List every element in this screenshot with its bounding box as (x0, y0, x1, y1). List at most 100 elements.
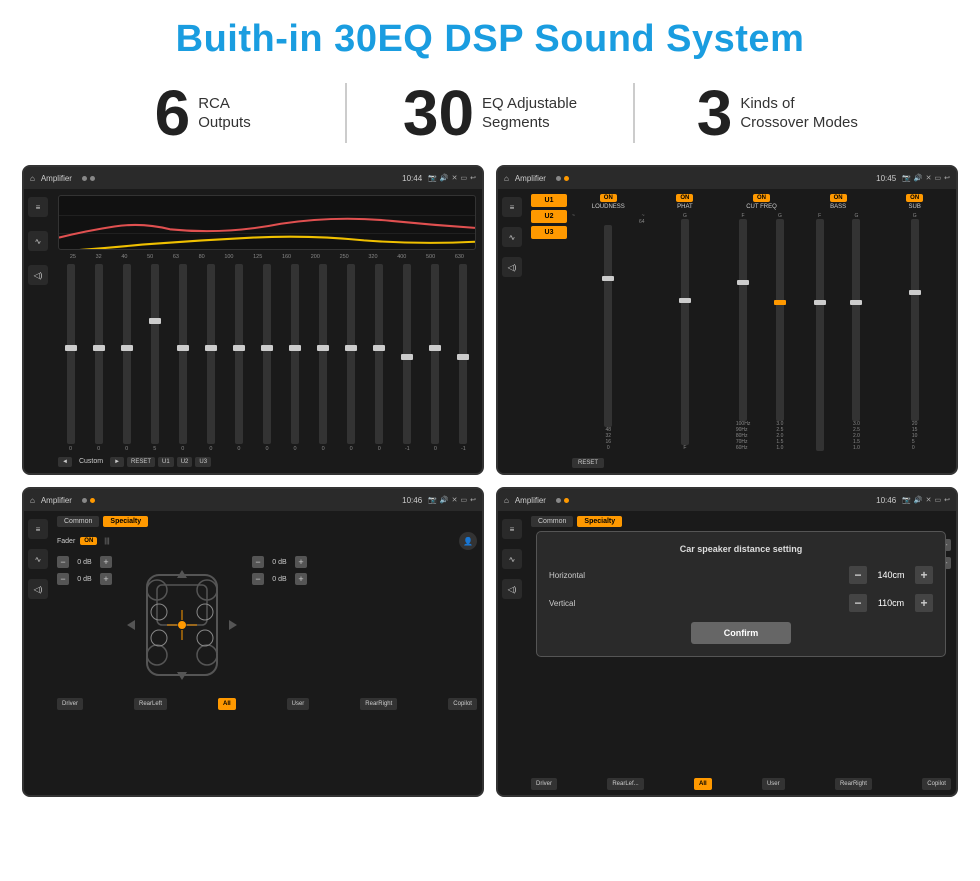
eq-u3-btn[interactable]: U3 (195, 457, 211, 467)
eq-reset-btn[interactable]: RESET (127, 457, 155, 467)
btn-rearleft[interactable]: RearLeft (134, 698, 167, 710)
screen4-topbar: ⌂ Amplifier 10:46 📷 🔊 ✕ ▭ ↩ (498, 489, 956, 511)
btn-user[interactable]: User (287, 698, 310, 710)
home-icon[interactable]: ⌂ (30, 174, 35, 183)
vol-plus-fl[interactable]: + (100, 556, 112, 568)
eq-slider-1: 0 (86, 264, 111, 452)
wave-icon-4[interactable]: ∿ (502, 549, 522, 569)
eq-u1-btn[interactable]: U1 (158, 457, 174, 467)
vol-minus-rr[interactable]: − (252, 573, 264, 585)
speaker-icon-4[interactable]: ◁) (502, 579, 522, 599)
vol-row-rr: − 0 dB + (252, 573, 307, 585)
stat-eq: 30 EQ AdjustableSegments (347, 81, 632, 145)
horizontal-plus-btn[interactable]: + (915, 566, 933, 584)
screen1-topbar: ⌂ Amplifier 10:44 📷 🔊 ✕ ▭ ↩ (24, 167, 482, 189)
ch-bass-on[interactable]: ON (830, 194, 847, 202)
ch-cutfreq-on[interactable]: ON (753, 194, 770, 202)
right-vol-controls: − 0 dB + − 0 dB + (252, 556, 307, 585)
dist-btn-rearright[interactable]: RearRight (835, 778, 872, 790)
dist-btn-copilot[interactable]: Copilot (922, 778, 951, 790)
eq-track-13[interactable] (431, 264, 439, 444)
home-icon-3[interactable]: ⌂ (30, 496, 35, 505)
eq-u2-btn[interactable]: U2 (177, 457, 193, 467)
eq-track-10[interactable] (347, 264, 355, 444)
fader-tab-common[interactable]: Common (57, 516, 99, 527)
confirm-button[interactable]: Confirm (691, 622, 791, 644)
back-icon-4[interactable]: ↩ (944, 496, 950, 504)
vol-minus-fr[interactable]: − (252, 556, 264, 568)
screen3-topbar-icons: 📷 🔊 ✕ ▭ ↩ (428, 496, 476, 504)
vol-minus-rl[interactable]: − (57, 573, 69, 585)
eq-track-11[interactable] (375, 264, 383, 444)
btn-copilot[interactable]: Copilot (448, 698, 477, 710)
vol-plus-fr[interactable]: + (295, 556, 307, 568)
vol-plus-rl[interactable]: + (100, 573, 112, 585)
camera-icon: 📷 (428, 174, 437, 182)
home-icon-2[interactable]: ⌂ (504, 174, 509, 183)
eq-icon-3[interactable]: ≡ (28, 519, 48, 539)
vertical-plus-btn[interactable]: + (915, 594, 933, 612)
dist-tab-common[interactable]: Common (531, 516, 573, 527)
back-icon[interactable]: ↩ (470, 174, 476, 182)
back-icon-3[interactable]: ↩ (470, 496, 476, 504)
camera-icon-2: 📷 (902, 174, 911, 182)
wave-icon-2[interactable]: ∿ (502, 227, 522, 247)
screen1-dots (82, 176, 95, 181)
dist-btn-user[interactable]: User (762, 778, 785, 790)
amp-reset-btn[interactable]: RESET (572, 458, 604, 468)
wave-icon[interactable]: ∿ (28, 231, 48, 251)
fader-tab-specialty[interactable]: Specialty (103, 516, 148, 527)
dialog-vertical-label: Vertical (549, 599, 604, 608)
speaker-icon[interactable]: ◁) (28, 265, 48, 285)
eq-slider-7: 0 (254, 264, 279, 452)
wave-icon-3[interactable]: ∿ (28, 549, 48, 569)
eq-track-4[interactable] (179, 264, 187, 444)
volume-icon: 🔊 (440, 174, 449, 182)
btn-driver[interactable]: Driver (57, 698, 83, 710)
dist-btn-all[interactable]: All (694, 778, 712, 790)
btn-all[interactable]: All (218, 698, 236, 710)
screen3-time: 10:46 (402, 496, 422, 505)
dot2 (90, 176, 95, 181)
dist-tab-specialty[interactable]: Specialty (577, 516, 622, 527)
eq-icon[interactable]: ≡ (28, 197, 48, 217)
back-icon-2[interactable]: ↩ (944, 174, 950, 182)
eq-track-3[interactable] (151, 264, 159, 444)
fader-profile-btn[interactable]: 👤 (459, 532, 477, 550)
preset-u1[interactable]: U1 (531, 194, 567, 207)
eq-track-12[interactable] (403, 264, 411, 444)
dist-btn-rearleft[interactable]: RearLef... (607, 778, 643, 790)
eq-track-6[interactable] (235, 264, 243, 444)
eq-track-9[interactable] (319, 264, 327, 444)
vertical-minus-btn[interactable]: − (849, 594, 867, 612)
eq-icon-4[interactable]: ≡ (502, 519, 522, 539)
ch-phat-on[interactable]: ON (676, 194, 693, 202)
fader-on-badge[interactable]: ON (80, 537, 97, 545)
vol-minus-fl[interactable]: − (57, 556, 69, 568)
eq-track-7[interactable] (263, 264, 271, 444)
close-icon-2: ✕ (926, 174, 932, 182)
eq-track-14[interactable] (459, 264, 467, 444)
vol-plus-rr[interactable]: + (295, 573, 307, 585)
eq-play-btn[interactable]: ► (110, 457, 124, 467)
eq-track-8[interactable] (291, 264, 299, 444)
eq-track-1[interactable] (95, 264, 103, 444)
home-icon-4[interactable]: ⌂ (504, 496, 509, 505)
horizontal-minus-btn[interactable]: − (849, 566, 867, 584)
eq-track-2[interactable] (123, 264, 131, 444)
speaker-icon-2[interactable]: ◁) (502, 257, 522, 277)
screen4-dots (556, 498, 569, 503)
ch-sub-on[interactable]: ON (906, 194, 923, 202)
eq-track-0[interactable] (67, 264, 75, 444)
ch-loudness-on[interactable]: ON (600, 194, 617, 202)
eq-sliders-row: 0 0 0 5 0 (58, 264, 476, 452)
btn-rearright[interactable]: RearRight (360, 698, 397, 710)
speaker-icon-3[interactable]: ◁) (28, 579, 48, 599)
dist-btn-driver[interactable]: Driver (531, 778, 557, 790)
eq-freq-labels: 25 32 40 50 63 80 100 125 160 200 250 32… (58, 254, 476, 260)
preset-u2[interactable]: U2 (531, 210, 567, 223)
eq-prev-btn[interactable]: ◄ (58, 457, 72, 467)
eq-track-5[interactable] (207, 264, 215, 444)
preset-u3[interactable]: U3 (531, 226, 567, 239)
eq-icon-2[interactable]: ≡ (502, 197, 522, 217)
